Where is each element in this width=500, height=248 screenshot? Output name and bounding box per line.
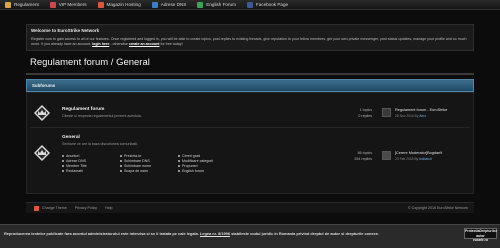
legal-text: Reproducerea textelor publicate fara aco… (4, 231, 454, 236)
nav-label: English Forum (206, 2, 236, 7)
nav-label: Adrese DNS (160, 2, 187, 7)
bullet-icon (178, 170, 180, 173)
avatar[interactable] (382, 108, 391, 117)
globe-icon (151, 1, 158, 8)
subforum-label: Propuneri (182, 164, 198, 168)
last-post-by: By (414, 114, 419, 118)
forum-title-general[interactable]: General (62, 135, 80, 140)
bullet-icon (178, 160, 180, 163)
forum-crown-icon (34, 145, 50, 161)
law-link[interactable]: Legea nr. 8/1996 (200, 231, 230, 236)
subforum-label: Schimbare DNS (124, 159, 150, 163)
bullet-icon (62, 170, 64, 173)
subforum-label: Anunturi (66, 154, 80, 158)
welcome-title: Welcome to EuroStrike Network (31, 28, 100, 33)
subforum-label: Prezinta-te (124, 154, 142, 158)
replies-count: 0 replies (358, 114, 372, 118)
create-account-link[interactable]: create an account (129, 42, 160, 46)
change-theme-label: Change Theme (42, 206, 67, 210)
last-post-date: 23 Feb 2018 (395, 157, 414, 161)
flag-icon (197, 1, 204, 8)
bullet-icon (120, 155, 122, 158)
forum-divider (30, 127, 470, 128)
nav-magazin-hosting[interactable]: Magazin Hosting (95, 0, 144, 10)
palette-icon (34, 205, 39, 211)
nav-english-forum[interactable]: English Forum (194, 0, 239, 10)
bullet-icon (62, 155, 64, 158)
topics-count: 1 topics (359, 108, 372, 112)
forum-description: Citeste si respecta regulamentul prezent… (62, 114, 142, 118)
bullet-icon (62, 165, 64, 168)
cart-icon (97, 1, 104, 8)
welcome-text-end: for free today! (160, 42, 183, 46)
last-post-user[interactable]: bulbandi (419, 157, 431, 161)
forum-description: Sectiune ce are la baza discutiunea comu… (62, 142, 138, 146)
nav-facebook-page[interactable]: Facebook Page (244, 0, 291, 10)
subforum-link[interactable]: English forum (178, 169, 236, 174)
subforum-label: Reclamatii (66, 169, 83, 173)
help-link[interactable]: Help (105, 206, 112, 210)
nav-label: Magazin Hosting (106, 2, 141, 7)
subforum-link[interactable]: Scapa de warn (120, 169, 178, 174)
welcome-text-middle: - otherwise (110, 42, 128, 46)
last-post-meta: 26 Nov 2016 By Aero (395, 114, 426, 118)
copyright: © Copyright 2016 EuroStrike Network (408, 206, 468, 210)
book-icon (5, 1, 11, 8)
welcome-text: Register now to gain access to all of ou… (31, 37, 469, 47)
forum-title-regulament[interactable]: Regulament forum (62, 107, 104, 112)
bullet-icon (120, 165, 122, 168)
copyright-badge[interactable]: ProtectiaDrepturilor autor eusafe.ro (464, 228, 498, 242)
forum-crown-icon (34, 105, 50, 121)
bullet-icon (120, 160, 122, 163)
login-link[interactable]: login here (92, 42, 109, 46)
nav-label: VIP Members (58, 2, 87, 7)
subforum-label: Adrese DNS (66, 159, 86, 163)
topics-count: 86 topics (357, 151, 372, 155)
last-post-meta: 23 Feb 2018 By bulbandi (395, 157, 432, 161)
subforum-label: Cereri grad (182, 154, 200, 158)
last-post-title[interactable]: [Cerere Moderator]Bogdan9 (395, 151, 442, 155)
bullet-icon (62, 160, 64, 163)
last-post-title[interactable]: Regulament forum - EuroStrike (395, 108, 447, 112)
title-divider (26, 73, 474, 75)
top-navigation: Regulament VIP Members Magazin Hosting A… (0, 0, 500, 10)
legal-bar: Reproducerea textelor publicate fara aco… (0, 224, 500, 248)
subforum-column: Anunturi Adrese DNS Member Title Reclama… (62, 154, 120, 174)
replies-count: 294 replies (354, 157, 372, 161)
subforum-label: English forum (182, 169, 204, 173)
legal-text-after: stabileste codul juridic in Romania priv… (231, 231, 379, 236)
nav-adrese-dns[interactable]: Adrese DNS (149, 0, 190, 10)
subforum-column: Cereri grad Modificare categorii Propune… (178, 154, 236, 174)
last-post-user[interactable]: Aero (419, 114, 426, 118)
page-title: Regulament forum / General (30, 57, 150, 68)
bullet-icon (178, 165, 180, 168)
subforum-label: Scapa de warn (124, 169, 148, 173)
privacy-link[interactable]: Privacy Policy (75, 206, 97, 210)
subforums-header: Subforums (26, 79, 474, 92)
last-post-date: 26 Nov 2016 (395, 114, 414, 118)
subforum-link[interactable]: Reclamatii (62, 169, 120, 174)
facebook-icon (246, 1, 253, 8)
subforum-column: Prezinta-te Schimbare DNS Schimbare nume… (120, 154, 178, 174)
subforum-links: Anunturi Adrese DNS Member Title Reclama… (62, 154, 236, 174)
nav-label: Facebook Page (255, 2, 289, 7)
badge-line: ProtectiaDrepturilor (465, 229, 498, 233)
subforum-label: Member Title (66, 164, 87, 168)
subforum-label: Schimbare nume (124, 164, 152, 168)
nav-regulament[interactable]: Regulament (2, 0, 42, 10)
badge-line: eusafe.ro (472, 238, 489, 243)
footer: Change Theme Privacy Policy Help © Copyr… (26, 202, 474, 213)
subforum-label: Modificare categorii (182, 159, 214, 163)
subforums-label: Subforums (32, 83, 56, 88)
change-theme-link[interactable]: Change Theme (34, 205, 67, 211)
nav-label: Regulament (14, 2, 39, 7)
avatar[interactable] (382, 151, 391, 160)
bullet-icon (178, 155, 180, 158)
welcome-box: Welcome to EuroStrike Network Register n… (26, 24, 474, 51)
nav-vip-members[interactable]: VIP Members (47, 0, 90, 10)
last-post-by: By (414, 157, 419, 161)
legal-text-before: Reproducerea textelor publicate fara aco… (4, 231, 199, 236)
users-icon (49, 1, 56, 8)
bullet-icon (120, 170, 122, 173)
